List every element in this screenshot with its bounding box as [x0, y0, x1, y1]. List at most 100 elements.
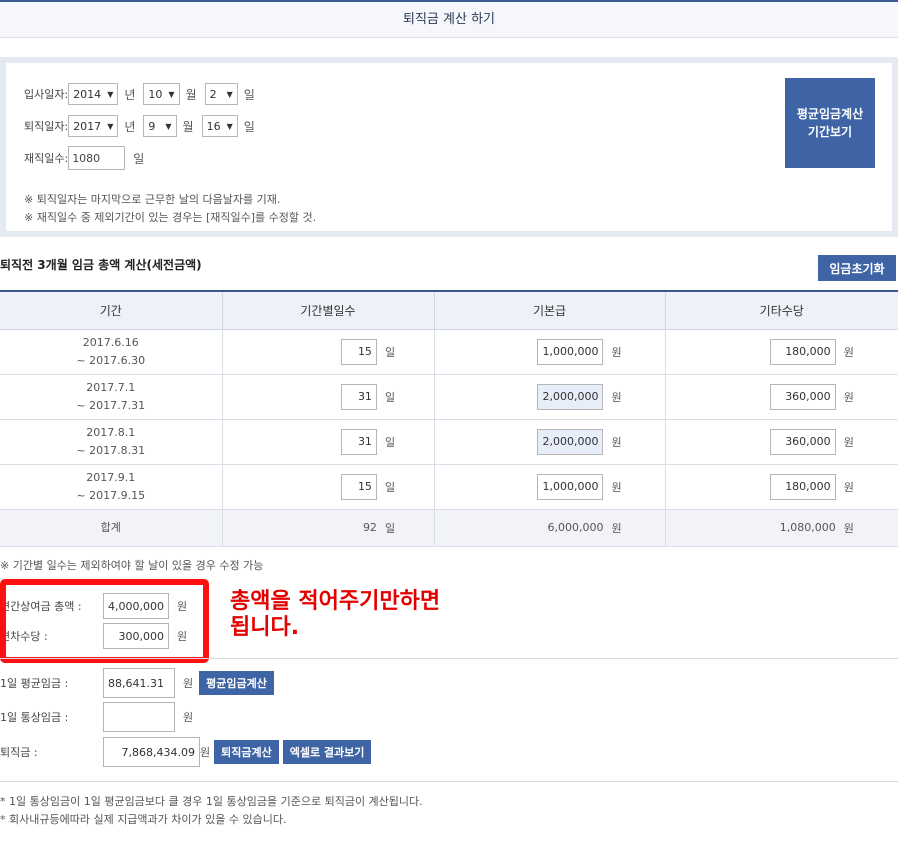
period-view-button[interactable]: 평균임금계산 기간보기	[785, 78, 875, 168]
days-cell: 15 일	[221, 329, 434, 375]
other-allowance-input[interactable]: 360,000	[769, 428, 836, 455]
sum-other: 1,080,000	[779, 521, 836, 534]
unit-day: 일	[384, 435, 396, 449]
unit-won: 원	[611, 480, 622, 494]
unit-won: 원	[843, 521, 854, 535]
sum-row: 합계 92 일 6,000,000 원 1,080,000 원	[0, 509, 898, 547]
sum-days-cell: 92 일	[221, 509, 434, 547]
leave-month-select[interactable]: 9 ▼	[143, 115, 177, 137]
unit-day: 일	[384, 345, 396, 359]
base-pay-input[interactable]: 1,000,000	[537, 473, 604, 500]
normal-wage-input[interactable]	[103, 702, 175, 732]
unit-day: 일	[243, 87, 255, 102]
period-end: ~ 2017.8.31	[76, 443, 146, 457]
leave-date-label: 퇴직일자:	[24, 120, 69, 133]
join-month-select[interactable]: 10 ▼	[143, 83, 180, 105]
page-title: 퇴직금 계산 하기	[0, 0, 898, 38]
table-row: 2017.7.1 ~ 2017.7.31 31 일 2,000,000 원 360,0…	[0, 374, 898, 420]
other-allowance-input[interactable]: 360,000	[769, 383, 836, 410]
unit-day: 일	[384, 480, 396, 494]
severance-calc-button[interactable]: 퇴직금계산	[214, 740, 279, 764]
severance-label: 퇴직금 :	[0, 746, 38, 759]
avg-wage-calc-button[interactable]: 평균임금계산	[199, 671, 274, 695]
chevron-down-icon: ▼	[226, 89, 233, 99]
wage-section-title: 퇴직전 3개월 임금 총액 계산(세전금액)	[0, 258, 202, 272]
footnote-2: * 회사내규등에따라 실제 지급액과가 차이가 있을 수 있습니다.	[0, 813, 287, 826]
period-start: 2017.7.1	[86, 380, 136, 394]
chevron-down-icon: ▼	[168, 89, 175, 99]
unit-day: 일	[384, 390, 396, 404]
days-input[interactable]: 31	[340, 383, 377, 410]
severance-input[interactable]: 7,868,434.09	[103, 737, 200, 767]
severance-row: 퇴직금 : 7,868,434.09 원 퇴직금계산 엑셀로 결과보기	[0, 737, 372, 767]
wage-reset-button[interactable]: 임금초기화	[818, 255, 896, 281]
col-header-period: 기간	[0, 290, 222, 330]
join-month-value: 10	[148, 87, 163, 101]
base-cell: 2,000,000 원	[433, 419, 665, 465]
leave-year-value: 2017	[73, 119, 102, 133]
leave-year-select[interactable]: 2017 ▼	[68, 115, 119, 137]
unit-month: 월	[185, 87, 197, 102]
leave-day-select[interactable]: 16 ▼	[201, 115, 238, 137]
period-cell: 2017.6.16 ~ 2017.6.30	[0, 329, 222, 375]
period-start: 2017.8.1	[86, 425, 136, 439]
divider	[0, 781, 898, 782]
unit-won: 원	[611, 435, 622, 449]
base-pay-input[interactable]: 1,000,000	[537, 338, 604, 365]
days-label: 재직일수:	[24, 152, 69, 165]
unit-won: 원	[843, 390, 854, 404]
leave-month-value: 9	[148, 119, 156, 133]
annotation-text: 총액을 적어주기만하면 됩니다.	[230, 589, 440, 641]
period-cell: 2017.9.1 ~ 2017.9.15	[0, 464, 222, 510]
days-row: 재직일수: 1080 일	[24, 146, 152, 170]
period-cell: 2017.8.1 ~ 2017.8.31	[0, 419, 222, 465]
sum-label: 합계	[0, 509, 222, 547]
chevron-down-icon: ▼	[165, 121, 172, 131]
normal-wage-label: 1일 통상임금 :	[0, 711, 69, 724]
other-cell: 180,000 원	[664, 329, 898, 375]
col-header-other: 기타수당	[664, 290, 898, 330]
join-date-label: 입사일자:	[24, 88, 69, 101]
sum-base: 6,000,000	[547, 521, 604, 534]
days-input[interactable]: 1080	[68, 146, 126, 170]
other-cell: 360,000 원	[664, 374, 898, 420]
days-edit-note: ※ 기간별 일수는 제외하여야 할 날이 있을 경우 수정 가능	[0, 559, 264, 572]
excel-result-button[interactable]: 엑셀로 결과보기	[282, 740, 372, 764]
annotation-line-1: 총액을 적어주기만하면	[230, 589, 441, 614]
days-input[interactable]: 15	[340, 338, 377, 365]
sum-days: 92	[362, 521, 377, 534]
join-year-value: 2014	[73, 87, 102, 101]
unit-won: 원	[200, 746, 211, 759]
unit-month: 월	[182, 119, 194, 134]
sum-base-cell: 6,000,000 원	[433, 509, 665, 547]
other-cell: 180,000 원	[664, 464, 898, 510]
avg-wage-row: 1일 평균임금 : 88,641.31 원 평균임금계산	[0, 668, 274, 698]
base-pay-input[interactable]: 2,000,000	[537, 383, 604, 410]
base-cell: 1,000,000 원	[433, 464, 665, 510]
unit-day: 일	[243, 119, 255, 134]
unit-year: 년	[124, 119, 136, 134]
unit-day: 일	[384, 521, 396, 535]
join-day-select[interactable]: 2 ▼	[204, 83, 238, 105]
normal-wage-row: 1일 통상임금 : 원	[0, 702, 193, 732]
table-header-row: 기간 기간별일수 기본급 기타수당	[0, 290, 898, 330]
unit-won: 원	[183, 677, 194, 690]
base-pay-input[interactable]: 2,000,000	[537, 428, 604, 455]
days-input[interactable]: 31	[340, 428, 377, 455]
unit-day: 일	[133, 151, 145, 166]
join-year-select[interactable]: 2014 ▼	[68, 83, 119, 105]
date-note-2: ※ 재직일수 중 제외기간이 있는 경우는 [재직일수]를 수정할 것.	[24, 211, 317, 224]
wage-table: 기간 기간별일수 기본급 기타수당 2017.6.16 ~ 2017.6.30 1…	[0, 290, 898, 547]
col-header-base: 기본급	[433, 290, 665, 330]
divider	[0, 658, 898, 659]
leave-day-value: 16	[206, 119, 221, 133]
other-allowance-input[interactable]: 180,000	[769, 338, 836, 365]
period-start: 2017.9.1	[86, 470, 136, 484]
days-input[interactable]: 15	[340, 473, 377, 500]
join-day-value: 2	[209, 87, 217, 101]
unit-won: 원	[611, 521, 622, 535]
avg-wage-input[interactable]: 88,641.31	[103, 668, 175, 698]
other-allowance-input[interactable]: 180,000	[769, 473, 836, 500]
unit-won: 원	[843, 345, 854, 359]
table-row: 2017.8.1 ~ 2017.8.31 31 일 2,000,000 원 360,0…	[0, 419, 898, 465]
